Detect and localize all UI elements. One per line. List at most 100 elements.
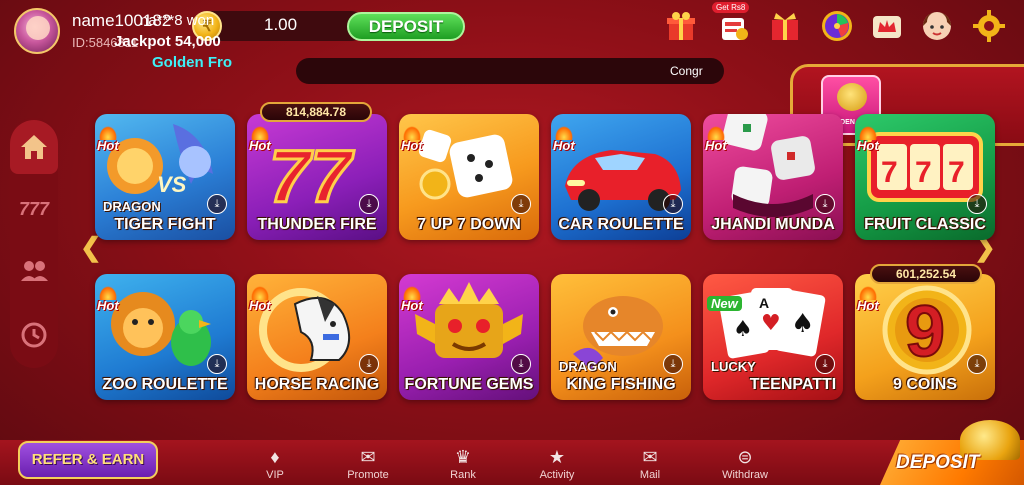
game-title: FORTUNE GEMS — [404, 376, 534, 393]
hot-badge: Hot — [249, 126, 271, 153]
bottom-nav-withdraw[interactable]: ⊜ Withdraw — [710, 445, 780, 481]
game-tile-horse-racing[interactable]: Hot HORSE RACING ⤓ — [247, 274, 387, 400]
support-agent-icon[interactable] — [918, 7, 956, 45]
download-icon[interactable]: ⤓ — [207, 354, 227, 374]
svg-text:9: 9 — [905, 292, 945, 372]
game-title: TEENPATTI — [749, 376, 837, 393]
new-badge: New — [707, 296, 742, 311]
game-subtitle: LUCKY — [711, 359, 756, 374]
game-title: JHANDI MUNDA — [711, 216, 835, 233]
game-tile-fruit-classic[interactable]: 777 Hot FRUIT CLASSIC ⤓ — [855, 114, 995, 240]
svg-text:7: 7 — [881, 156, 898, 189]
game-title: 9 COINS — [892, 376, 957, 393]
download-icon[interactable]: ⤓ — [815, 194, 835, 214]
bottom-nav-activity[interactable]: ★ Activity — [522, 445, 592, 481]
deposit-button[interactable]: DEPOSIT — [347, 12, 465, 41]
trophy-icon: ♛ — [454, 447, 472, 467]
home-icon — [21, 135, 47, 159]
svg-text:♥: ♥ — [761, 311, 781, 336]
svg-text:7: 7 — [948, 156, 965, 189]
hot-badge: Hot — [857, 286, 879, 313]
svg-text:♠: ♠ — [791, 309, 814, 339]
game-tile-lucky-teenpatti[interactable]: ♠ A ♥ ♠ New LUCKY TEENPATTI ⤓ — [703, 274, 843, 400]
download-icon[interactable]: ⤓ — [511, 354, 531, 374]
svg-text:A: A — [759, 295, 769, 311]
bottom-nav-promote[interactable]: ✉ Promote — [333, 445, 403, 481]
announcement-marquee: Congr — [296, 58, 724, 84]
game-title: HORSE RACING — [254, 376, 380, 393]
download-icon[interactable]: ⤓ — [967, 194, 987, 214]
bottom-nav-label: Withdraw — [722, 469, 768, 481]
refer-earn-button[interactable]: REFER & EARN — [18, 441, 158, 479]
bottom-nav-rank[interactable]: ♛ Rank — [428, 445, 498, 481]
bottom-nav-mail[interactable]: ✉ Mail — [615, 445, 685, 481]
download-icon[interactable]: ⤓ — [511, 194, 531, 214]
svg-text:♠: ♠ — [733, 317, 753, 342]
download-icon[interactable]: ⤓ — [359, 354, 379, 374]
jackpot-game: Golden Fro — [152, 54, 232, 71]
jackpot-pool-badge: 601,252.54 — [870, 264, 982, 284]
nav-multiplayer[interactable] — [10, 244, 58, 298]
vip-diamond-icon: ♦ — [270, 447, 280, 467]
settings-gear-icon[interactable] — [970, 7, 1008, 45]
game-title: TIGER FIGHT — [114, 216, 216, 233]
hot-badge: Hot — [857, 126, 879, 153]
bottom-nav-label: Rank — [450, 469, 476, 481]
bottom-nav-label: Activity — [539, 469, 575, 481]
bottom-nav-label: Promote — [347, 469, 389, 481]
game-tile-dragon-tiger-fight[interactable]: VS Hot DRAGON TIGER FIGHT ⤓ — [95, 114, 235, 240]
hot-badge: Hot — [401, 126, 423, 153]
marquee-text: Congr — [670, 64, 703, 78]
game-title: KING FISHING — [566, 376, 676, 393]
download-icon[interactable]: ⤓ — [207, 194, 227, 214]
game-subtitle: DRAGON — [103, 199, 161, 214]
game-tile-fortune-gems[interactable]: Hot FORTUNE GEMS ⤓ — [399, 274, 539, 400]
balance-amount: 1.00 — [264, 15, 298, 34]
game-tile-jhandi-munda[interactable]: Hot JHANDI MUNDA ⤓ — [703, 114, 843, 240]
hot-badge: Hot — [97, 126, 119, 153]
download-icon[interactable]: ⤓ — [967, 354, 987, 374]
download-icon[interactable]: ⤓ — [663, 354, 683, 374]
hot-badge: Hot — [401, 286, 423, 313]
avatar[interactable] — [14, 8, 60, 54]
deposit-bottom-label[interactable]: DEPOSIT — [896, 452, 979, 474]
game-title: THUNDER FIRE — [257, 216, 377, 233]
game-tile-thunder-fire[interactable]: 77 Hot THUNDER FIRE ⤓ — [247, 114, 387, 240]
jackpot-amount: Jackpot 54,000 — [114, 33, 221, 50]
multiplayer-icon — [21, 261, 48, 281]
hot-badge: Hot — [705, 126, 727, 153]
hot-badge: Hot — [97, 286, 119, 313]
game-tile-7-up-7-down[interactable]: Hot 7 UP 7 DOWN ⤓ — [399, 114, 539, 240]
download-icon[interactable]: ⤓ — [663, 194, 683, 214]
gift-box-icon[interactable] — [662, 7, 700, 45]
activity-gift-icon: ★ — [548, 447, 566, 467]
jackpot-winner: na***8 won — [140, 12, 215, 29]
get-rs-badge: Get Rs8 — [712, 2, 750, 13]
svg-text:VS: VS — [157, 172, 187, 197]
present-icon[interactable] — [766, 7, 804, 45]
game-tile-zoo-roulette[interactable]: Hot ZOO ROULETTE ⤓ — [95, 274, 235, 400]
bottom-nav-vip[interactable]: ♦ VIP — [240, 445, 310, 481]
nav-slots[interactable]: 777 — [10, 182, 58, 236]
svg-text:7: 7 — [915, 156, 932, 189]
hot-badge: Hot — [249, 286, 271, 313]
game-tile-car-roulette[interactable]: Hot CAR ROULETTE ⤓ — [551, 114, 691, 240]
game-title: ZOO ROULETTE — [102, 376, 228, 393]
mail-icon: ✉ — [642, 447, 658, 467]
svg-text:77: 77 — [269, 135, 355, 218]
bottom-nav-label: VIP — [266, 469, 284, 481]
nav-home[interactable] — [10, 120, 58, 174]
download-icon[interactable]: ⤓ — [815, 354, 835, 374]
game-subtitle: DRAGON — [559, 359, 617, 374]
game-title: CAR ROULETTE — [558, 216, 684, 233]
game-tile-dragon-king-fishing[interactable]: DRAGON KING FISHING ⤓ — [551, 274, 691, 400]
download-icon[interactable]: ⤓ — [359, 194, 379, 214]
nav-history[interactable] — [10, 308, 58, 362]
slots-777-icon: 777 — [18, 198, 50, 219]
game-title: FRUIT CLASSIC — [864, 216, 986, 233]
bottom-nav-label: Mail — [639, 469, 661, 481]
vip-crown-icon[interactable] — [868, 7, 906, 45]
lucky-wheel-icon[interactable] — [818, 7, 856, 45]
game-tile-9-coins[interactable]: 9 Hot 9 COINS ⤓ — [855, 274, 995, 400]
promote-icon: ✉ — [360, 447, 376, 467]
